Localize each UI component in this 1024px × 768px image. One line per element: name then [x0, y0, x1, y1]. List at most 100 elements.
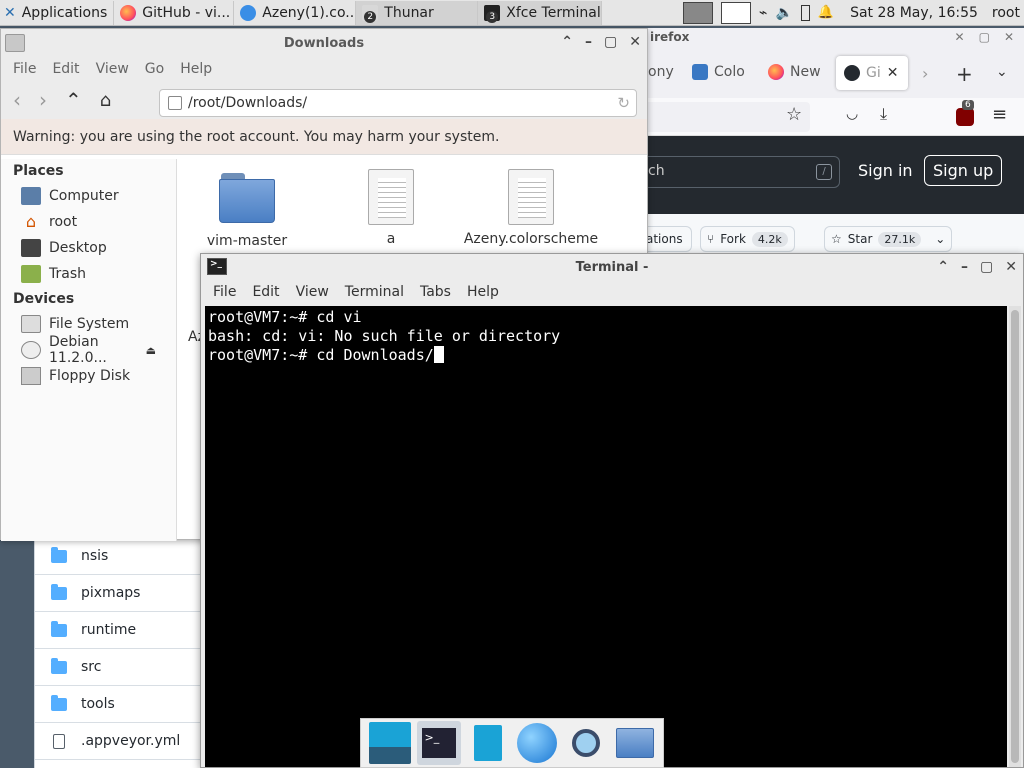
menu-edit[interactable]: Edit — [52, 61, 79, 77]
location-bar[interactable]: /root/Downloads/ ↻ — [159, 89, 637, 117]
bookmark-star-icon[interactable]: ☆ — [786, 104, 802, 125]
fork-button[interactable]: ⑂ Fork 4.2k — [700, 226, 795, 252]
tab-github[interactable]: Gi ✕ — [836, 56, 908, 90]
github-file-list: nsis pixmaps runtime src tools .appveyor… — [34, 520, 204, 768]
list-item[interactable]: nsis — [35, 538, 204, 575]
maximize-icon[interactable]: ▢ — [979, 30, 990, 44]
sign-up-button[interactable]: Sign up — [924, 155, 1003, 186]
close-icon[interactable]: ✕ — [887, 65, 899, 81]
menu-icon[interactable]: ≡ — [992, 104, 1007, 125]
close-icon[interactable]: ✕ — [1005, 259, 1017, 275]
sign-in-link[interactable]: Sign in — [858, 161, 913, 180]
sidebar-item-root[interactable]: ⌂ root — [1, 209, 176, 235]
list-item[interactable]: runtime — [35, 612, 204, 649]
web-icon — [240, 4, 257, 21]
file-name[interactable]: pixmaps — [81, 585, 140, 601]
maximize-icon[interactable]: ▢ — [604, 34, 617, 50]
taskbar-item-github[interactable]: GitHub - vi... — [114, 0, 235, 25]
menu-tabs[interactable]: Tabs — [420, 284, 451, 300]
sidebar-item-trash[interactable]: Trash — [1, 261, 176, 287]
file-name[interactable]: src — [81, 659, 101, 675]
ublock-icon[interactable] — [956, 108, 974, 126]
file-name[interactable]: nsis — [81, 548, 108, 564]
new-tab-icon[interactable]: + — [956, 62, 973, 86]
home-icon[interactable]: ⌂ — [100, 90, 111, 111]
maximize-icon[interactable]: ▢ — [980, 259, 993, 275]
up-icon[interactable]: ⌃ — [65, 88, 82, 112]
download-icon[interactable]: ⤓ — [880, 104, 887, 124]
tab-colo[interactable]: Colo — [692, 64, 745, 80]
close-icon[interactable]: ✕ — [955, 30, 965, 44]
eject-icon[interactable]: ⏏ — [146, 344, 156, 357]
scrollbar[interactable] — [1009, 306, 1021, 767]
file-name[interactable]: .appveyor.yml — [81, 733, 180, 749]
star-button[interactable]: ☆ Star 27.1k ⌄ — [824, 226, 953, 252]
back-icon[interactable]: ‹ — [13, 88, 21, 112]
shade-icon[interactable]: ⌃ — [561, 34, 573, 50]
file-item-a[interactable]: a — [341, 169, 441, 247]
workspace-2-icon[interactable] — [721, 1, 751, 24]
taskbar-item-azeny[interactable]: Azeny(1).co... — [234, 0, 357, 25]
location-path[interactable]: /root/Downloads/ — [188, 95, 307, 111]
list-item[interactable]: src — [35, 649, 204, 686]
menu-help[interactable]: Help — [467, 284, 499, 300]
taskbar-item-thunar[interactable]: Thunar 2 — [356, 0, 479, 25]
chevron-down-icon[interactable]: ⌄ — [996, 64, 1008, 80]
minimize-icon[interactable]: – — [961, 259, 968, 275]
forward-icon[interactable]: › — [39, 88, 47, 112]
sidebar-label: root — [49, 214, 78, 230]
network-icon[interactable]: ⌁ — [759, 5, 767, 21]
menu-help[interactable]: Help — [180, 61, 212, 77]
tab-partial[interactable]: ony — [648, 64, 674, 80]
notification-bell-icon[interactable]: 🔔 — [818, 5, 834, 20]
workspace-1-icon[interactable] — [683, 1, 713, 24]
close-icon[interactable]: ✕ — [629, 34, 641, 50]
menu-go[interactable]: Go — [145, 61, 164, 77]
clock[interactable]: Sat 28 May, 16:55 — [850, 5, 978, 21]
chevron-down-icon[interactable]: ⌄ — [935, 232, 945, 246]
file-item-azeny[interactable]: Azeny.colorscheme — [461, 169, 601, 247]
menu-view[interactable]: View — [296, 284, 329, 300]
terminal-screen[interactable]: root@VM7:~# cd vi bash: cd: vi: No such f… — [205, 306, 1007, 767]
window-count-badge: 2 — [364, 10, 377, 23]
window-titlebar: Downloads ⌃ – ▢ ✕ — [1, 29, 647, 57]
battery-icon[interactable] — [800, 4, 810, 21]
menu-file[interactable]: File — [13, 61, 36, 77]
user-menu[interactable]: root — [992, 5, 1020, 21]
menu-file[interactable]: File — [213, 284, 236, 300]
web-browser-icon[interactable] — [515, 721, 559, 765]
list-item[interactable]: .appveyor.yml — [35, 723, 204, 760]
sidebar-item-desktop[interactable]: Desktop — [1, 235, 176, 261]
file-name[interactable]: tools — [81, 696, 115, 712]
text-cursor — [433, 346, 444, 363]
volume-icon[interactable]: 🔈 — [775, 5, 792, 21]
minimize-icon[interactable]: – — [585, 34, 592, 50]
show-desktop-icon[interactable] — [368, 721, 412, 765]
sidebar-item-floppy[interactable]: Floppy Disk — [1, 363, 176, 389]
reload-icon[interactable]: ↻ — [617, 94, 630, 112]
tab-new[interactable]: New — [768, 64, 821, 80]
pocket-icon[interactable]: ◡ — [846, 106, 858, 122]
file-item-vim-master[interactable]: vim-master — [197, 169, 297, 249]
file-name[interactable]: runtime — [81, 622, 136, 638]
menu-view[interactable]: View — [96, 61, 129, 77]
taskbar-item-terminal[interactable]: Xfce Terminal 3 — [478, 0, 603, 25]
window-titlebar: >_ Terminal - ⌃ – ▢ ✕ — [201, 254, 1023, 280]
folder-icon[interactable] — [613, 721, 657, 765]
sidebar-item-computer[interactable]: Computer — [1, 183, 176, 209]
list-item[interactable]: tools — [35, 686, 204, 723]
applications-menu[interactable]: ✕ Applications — [0, 0, 115, 25]
search-icon[interactable] — [564, 721, 608, 765]
terminal-launcher-icon[interactable]: >_ — [416, 721, 461, 765]
list-item[interactable]: pixmaps — [35, 575, 204, 612]
menu-edit[interactable]: Edit — [252, 284, 279, 300]
shade-icon[interactable]: ⌃ — [937, 259, 949, 275]
menu-terminal[interactable]: Terminal — [345, 284, 404, 300]
sidebar-item-debian[interactable]: Debian 11.2.0... ⏏ — [1, 334, 176, 366]
file-manager-launcher-icon[interactable] — [466, 721, 510, 765]
scrollbar-thumb[interactable] — [1011, 310, 1019, 763]
url-field[interactable] — [640, 102, 810, 132]
chevron-right-icon[interactable]: › — [922, 64, 928, 83]
close-icon[interactable]: ✕ — [1004, 30, 1014, 44]
search-input[interactable]: ch — [640, 156, 840, 188]
